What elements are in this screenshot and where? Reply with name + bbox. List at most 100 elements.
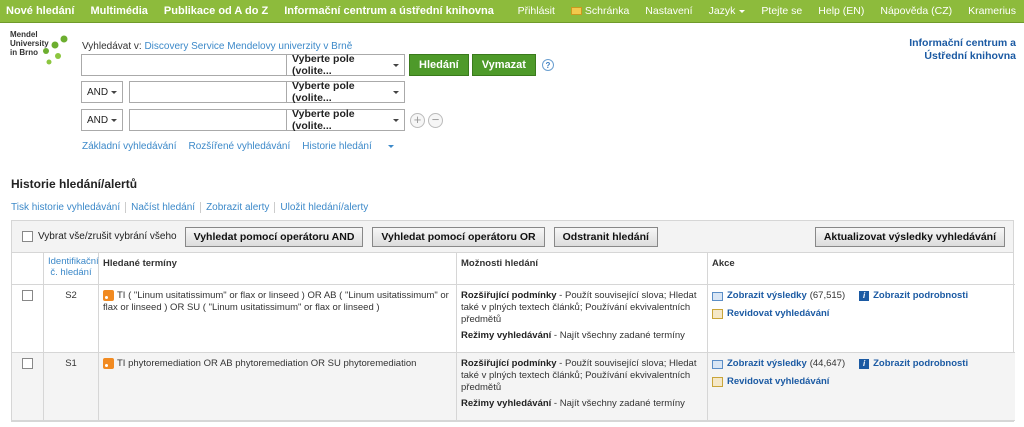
search-modes-text: - Najít všechny zadané termíny — [551, 330, 685, 341]
edit-search-link[interactable]: Revidovat vyhledávání — [727, 308, 829, 320]
search-button[interactable]: Hledání — [409, 54, 469, 76]
refresh-results-button[interactable]: Aktualizovat výsledky vyhledávání — [814, 226, 1005, 247]
row-actions-line-2: Revidovat vyhledávání — [712, 308, 1011, 320]
add-row-icon[interactable]: + — [410, 112, 425, 128]
search-in-prefix: Vyhledávat v: — [82, 41, 142, 52]
nav-help-cz[interactable]: Nápověda (CZ) — [872, 5, 960, 17]
nav-multimedia[interactable]: Multimédia — [82, 5, 155, 17]
institution-link[interactable]: Informační centrum a Ústřední knihovna — [896, 37, 1016, 63]
help-icon[interactable]: ? — [541, 59, 554, 71]
field-select-3[interactable]: Vyberte pole (volite... — [287, 108, 405, 132]
header-actions: Akce — [708, 253, 1015, 285]
university-logo[interactable]: Mendel University in Brno — [10, 30, 80, 80]
row-search-id: S2 — [44, 285, 99, 353]
nav-kramerius[interactable]: Kramerius — [960, 5, 1024, 17]
header-search-terms: Hledané termíny — [99, 253, 457, 285]
delete-searches-button[interactable]: Odstranit hledání — [553, 226, 658, 247]
search-history-label: Historie hledání — [302, 141, 372, 152]
view-results-link[interactable]: Zobrazit výsledky — [727, 290, 807, 302]
nav-login[interactable]: Přihlásit — [510, 5, 563, 17]
bool-operator-select-2[interactable]: AND — [81, 81, 123, 103]
rss-icon[interactable] — [103, 290, 114, 301]
info-icon: i — [859, 291, 870, 301]
search-mode-links: Základní vyhledávání Rozšířené vyhledává… — [82, 141, 418, 152]
field-select-1[interactable]: Vyberte pole (volite... — [287, 53, 405, 77]
edit-icon — [712, 377, 723, 387]
chevron-down-icon — [393, 118, 399, 122]
row-actions-line-2: Revidovat vyhledávání — [712, 376, 1011, 388]
nav-settings[interactable]: Nastavení — [637, 5, 700, 17]
search-input-3[interactable] — [129, 109, 287, 131]
nav-folder[interactable]: Schránka — [563, 5, 637, 17]
header-checkbox-col — [12, 253, 44, 285]
expanders-label: Rozšiřující podmínky — [461, 290, 557, 301]
row-search-options: Rozšiřující podmínky - Použít souvisejíc… — [457, 285, 708, 353]
nav-library[interactable]: Informační centrum a ústřední knihovna — [276, 5, 502, 17]
select-all-checkbox[interactable] — [22, 231, 33, 242]
clear-button[interactable]: Vymazat — [471, 54, 536, 76]
header-id-line-2: č. hledání — [50, 267, 92, 278]
search-row-2: AND Vyberte pole (volite... — [81, 80, 405, 104]
table-row: S1 TI phytoremediation OR AB phytoremedi… — [12, 353, 1015, 421]
row-checkbox[interactable] — [22, 358, 33, 369]
nav-language-label: Jazyk — [708, 5, 736, 17]
row-search-options: Rozšiřující podmínky - Použít souvisejíc… — [457, 353, 708, 421]
remove-row-icon[interactable]: − — [428, 112, 443, 128]
row-search-terms: TI ( "Linum usitatissimum" or flax or li… — [99, 285, 457, 353]
search-with-and-button[interactable]: Vyhledat pomocí operátoru AND — [184, 226, 364, 247]
view-details-link[interactable]: Zobrazit podrobnosti — [873, 358, 968, 370]
print-history-link[interactable]: Tisk historie vyhledávání — [11, 202, 125, 213]
search-database-link[interactable]: Discovery Service Mendelovy univerzity v… — [144, 41, 352, 52]
search-modes-text: - Najít všechny zadané termíny — [551, 398, 685, 409]
institution-line-1: Informační centrum a — [909, 37, 1016, 49]
top-nav-left: Nové hledání Multimédia Publikace od A d… — [0, 0, 502, 22]
search-history-link[interactable]: Historie hledání — [302, 141, 405, 152]
rss-icon[interactable] — [103, 358, 114, 369]
chevron-down-icon — [739, 9, 746, 13]
row-search-terms: TI phytoremediation OR AB phytoremediati… — [99, 353, 457, 421]
search-input-1[interactable] — [81, 54, 287, 76]
table-row: S2 TI ( "Linum usitatissimum" or flax or… — [12, 285, 1015, 353]
row-checkbox[interactable] — [22, 290, 33, 301]
history-toolbar: Vybrat vše/zrušit vybrání všeho Vyhledat… — [12, 221, 1013, 253]
search-modes-label: Režimy vyhledávání — [461, 398, 552, 409]
basic-search-link[interactable]: Základní vyhledávání — [82, 141, 177, 152]
bool-operator-2-label: AND — [87, 86, 109, 98]
results-count: (67,515) — [809, 290, 846, 301]
row-terms-text: TI ( "Linum usitatissimum" or flax or li… — [103, 290, 449, 314]
row-actions-line-1: Zobrazit výsledky (67,515) i Zobrazit po… — [712, 290, 1011, 302]
row-terms-text: TI phytoremediation OR AB phytoremediati… — [117, 358, 417, 370]
bool-operator-select-3[interactable]: AND — [81, 109, 123, 131]
row-checkbox-cell — [12, 285, 44, 353]
advanced-search-link[interactable]: Rozšířené vyhledávání — [189, 141, 291, 152]
edit-search-link[interactable]: Revidovat vyhledávání — [727, 376, 829, 388]
header-search-options: Možnosti hledání — [457, 253, 708, 285]
view-details-link[interactable]: Zobrazit podrobnosti — [873, 290, 968, 302]
search-row-1: Vyberte pole (volite... Hledání Vymazat … — [81, 53, 554, 77]
nav-new-search[interactable]: Nové hledání — [0, 5, 82, 17]
field-select-3-label: Vyberte pole (volite... — [292, 108, 355, 132]
nav-ask[interactable]: Ptejte se — [753, 5, 810, 17]
view-results-icon — [712, 291, 723, 301]
search-input-2[interactable] — [129, 81, 287, 103]
search-with-or-button[interactable]: Vyhledat pomocí operátoru OR — [372, 226, 545, 247]
chevron-down-icon — [393, 63, 399, 67]
row-actions-line-1: Zobrazit výsledky (44,647) i Zobrazit po… — [712, 358, 1011, 370]
field-select-2[interactable]: Vyberte pole (volite... — [287, 80, 405, 104]
view-results-link[interactable]: Zobrazit výsledky — [727, 358, 807, 370]
search-modes-label: Režimy vyhledávání — [461, 330, 552, 341]
header-search-id[interactable]: Identifikační č. hledání — [44, 253, 99, 285]
row-actions: Zobrazit výsledky (67,515) i Zobrazit po… — [708, 285, 1015, 353]
view-results-icon — [712, 359, 723, 369]
retrieve-searches-link[interactable]: Načíst hledání — [125, 202, 200, 213]
save-searches-link[interactable]: Uložit hledání/alerty — [274, 202, 373, 213]
folder-icon — [570, 7, 582, 15]
nav-language[interactable]: Jazyk — [701, 5, 754, 17]
bool-operator-3-label: AND — [87, 114, 109, 126]
nav-help-en[interactable]: Help (EN) — [810, 5, 872, 17]
nav-publications[interactable]: Publikace od A do Z — [156, 5, 276, 17]
top-nav-right: Přihlásit Schránka Nastavení Jazyk Ptejt… — [510, 0, 1024, 22]
view-alerts-link[interactable]: Zobrazit alerty — [200, 202, 274, 213]
chevron-down-icon — [111, 90, 117, 94]
top-navigation-bar: Nové hledání Multimédia Publikace od A d… — [0, 0, 1024, 23]
